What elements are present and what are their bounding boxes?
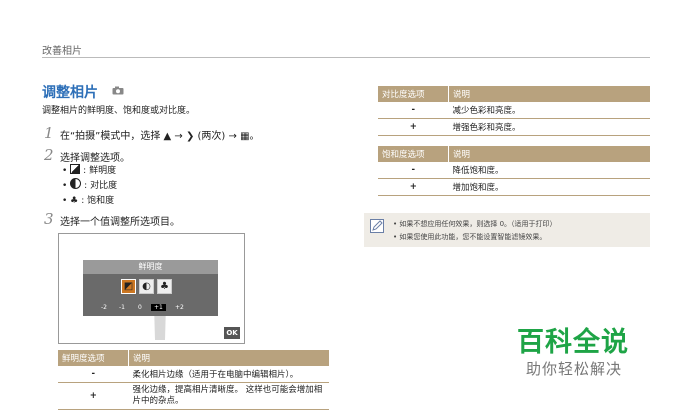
table-row: - 降低饱和度。: [378, 162, 650, 179]
contrast-option-button[interactable]: ◐: [139, 279, 154, 294]
table-header: 说明: [448, 86, 650, 102]
step-2-text: 选择调整选项。: [60, 153, 130, 164]
bullet-contrast-label: 对比度: [90, 181, 118, 191]
step-2-number: 2: [44, 146, 54, 164]
option-description: 增加饱和度。: [448, 178, 650, 196]
option-description: 降低饱和度。: [448, 162, 650, 179]
saturation-options-table: 饱和度选项 说明 - 降低饱和度。 + 增加饱和度。: [378, 146, 650, 196]
option-symbol: +: [378, 178, 449, 196]
scale-value: +2: [175, 304, 184, 311]
page-header-title: 改善相片: [42, 46, 82, 57]
note-item: • 如果不想应用任何效果，则选择 0。（适用于打印）: [393, 220, 557, 228]
scale-value: -1: [119, 304, 125, 311]
bullet-sharpness: • : 鲜明度: [62, 164, 117, 176]
note-icon: [370, 219, 384, 233]
watermark-title: 百科全说: [517, 327, 629, 358]
option-description: 强化边缘，提高相片清晰度。 这样也可能会增加相片中的杂点。: [128, 382, 329, 410]
adjust-option-label: 鲜明度: [83, 260, 218, 274]
table-row: + 强化边缘，提高相片清晰度。 这样也可能会增加相片中的杂点。: [58, 382, 329, 410]
table-header: 说明: [128, 350, 329, 366]
table-row: - 柔化相片边缘（适用于在电脑中编辑相片）。: [58, 366, 329, 383]
sharpness-icon: [70, 164, 81, 174]
step-3-text: 选择一个值调整所选项目。: [60, 217, 180, 228]
option-symbol: +: [378, 118, 449, 136]
note-item: • 如果您使用此功能，您不能设置智能滤镜效果。: [393, 233, 547, 241]
table-row: + 增加饱和度。: [378, 178, 650, 196]
table-row: + 增强色彩和亮度。: [378, 118, 650, 136]
option-description: 增强色彩和亮度。: [448, 118, 650, 136]
bullet-saturation: • ♣: 饱和度: [62, 196, 115, 206]
option-symbol: -: [378, 162, 449, 179]
option-symbol: +: [58, 382, 129, 410]
camera-icon: [112, 86, 124, 95]
header-divider: [42, 57, 650, 58]
step-3-number: 3: [44, 210, 54, 228]
table-header: 对比度选项: [378, 86, 449, 102]
sharpness-option-button[interactable]: ◩: [121, 279, 136, 294]
option-symbol: -: [58, 366, 129, 383]
bullet-contrast: • : 对比度: [62, 178, 117, 191]
option-description: 减少色彩和亮度。: [448, 102, 650, 119]
bullet-saturation-label: 饱和度: [87, 196, 115, 206]
scale-value: -2: [101, 304, 107, 311]
note-item-text: 如果您使用此功能，您不能设置智能滤镜效果。: [399, 233, 547, 241]
option-symbol: -: [378, 102, 449, 119]
sharpness-options-table: 鲜明度选项 说明 - 柔化相片边缘（适用于在电脑中编辑相片）。 + 强化边缘，提…: [58, 350, 329, 410]
saturation-icon: ♣: [70, 196, 79, 206]
bullet-sharpness-label: 鲜明度: [89, 166, 117, 176]
option-description: 柔化相片边缘（适用于在电脑中编辑相片）。: [128, 366, 329, 383]
section-intro: 调整相片的鲜明度、饱和度或对比度。: [42, 106, 196, 116]
value-scale[interactable]: -2 -1 0 +1 +2: [101, 304, 201, 314]
contrast-options-table: 对比度选项 说明 - 减少色彩和亮度。 + 增强色彩和亮度。: [378, 86, 650, 136]
watermark-subtitle: 助你轻松解决: [526, 360, 623, 378]
section-title: 调整相片: [42, 85, 98, 101]
contrast-icon: [70, 178, 82, 189]
saturation-option-button[interactable]: ♣: [157, 279, 172, 294]
table-header: 鲜明度选项: [58, 350, 129, 366]
camera-screen-preview: 鲜明度 ◩ ◐ ♣ -2 -1 0 +1 +2 OK: [58, 233, 245, 344]
ok-button[interactable]: OK: [224, 327, 240, 339]
table-row: - 减少色彩和亮度。: [378, 102, 650, 119]
table-header: 说明: [448, 146, 650, 162]
note-item-text: 如果不想应用任何效果，则选择 0。（适用于打印）: [399, 220, 557, 228]
step-1-number: 1: [44, 124, 54, 142]
step-1-text: 在“拍摄”模式中，选择 ▲ → ❯ (两次) → ▦。: [60, 131, 260, 142]
table-header: 饱和度选项: [378, 146, 449, 162]
scale-value: 0: [138, 304, 142, 311]
scale-value-selected: +1: [151, 304, 166, 311]
